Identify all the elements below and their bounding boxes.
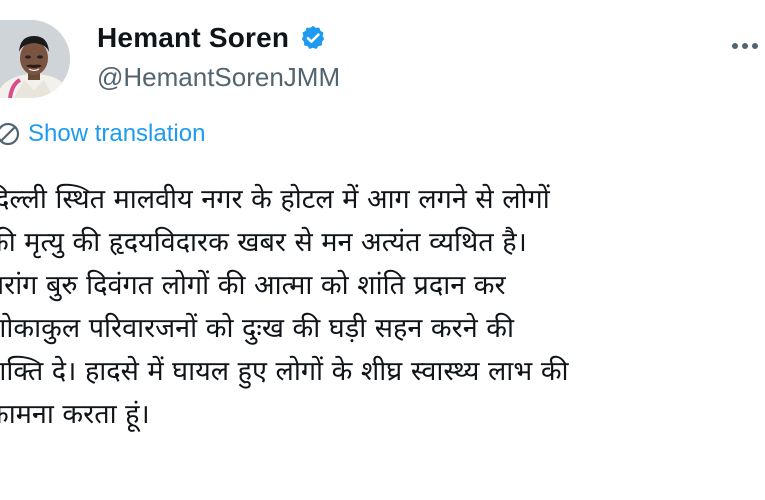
show-translation-button[interactable]: Show translation	[0, 120, 205, 148]
author-header: Hemant Soren	[97, 22, 327, 54]
tweet-text: दिल्ली स्थित मालवीय नगर के होटल में आग ल…	[0, 178, 765, 436]
tweet-text-line: मरांग बुरु दिवंगत लोगों की आत्मा को शांत…	[0, 270, 506, 301]
verified-badge-icon	[299, 24, 327, 52]
tweet-text-line: शोकाकुल परिवारजनों को दुःख की घड़ी सहन क…	[0, 313, 515, 344]
tweet-text-line: शक्ति दे। हादसे में घायल हुए लोगों के शी…	[0, 356, 569, 387]
author-display-name[interactable]: Hemant Soren	[97, 22, 289, 54]
author-handle[interactable]: @HemantSorenJMM	[97, 62, 340, 93]
tweet-card: Hemant Soren @HemantSorenJMM Show transl…	[0, 0, 765, 500]
more-options-icon[interactable]	[731, 36, 759, 49]
show-translation-label[interactable]: Show translation	[28, 120, 205, 148]
tweet-text-line: कामना करता हूं।	[0, 399, 150, 430]
translate-globe-icon	[0, 120, 22, 148]
avatar-photo-icon	[0, 20, 70, 98]
avatar[interactable]	[0, 20, 70, 98]
tweet-text-line: दिल्ली स्थित मालवीय नगर के होटल में आग ल…	[0, 184, 550, 215]
tweet-text-line: की मृत्यु की हृदयविदारक खबर से मन अत्यंत…	[0, 227, 527, 258]
